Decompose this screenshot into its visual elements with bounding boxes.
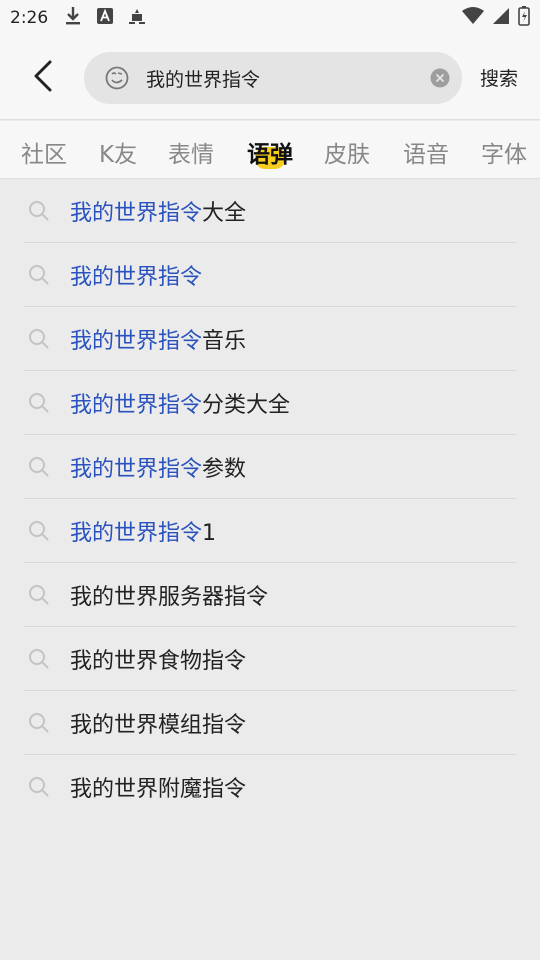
suggestion-text: 我的世界服务器指令: [70, 584, 269, 610]
suggestion-text: 我的世界指令分类大全: [70, 392, 291, 418]
tab-phrases[interactable]: 语弹: [247, 135, 293, 169]
tab-community[interactable]: 社区: [21, 135, 67, 169]
search-icon: [28, 200, 50, 222]
search-icon: [28, 456, 50, 478]
suggestion-item[interactable]: 我的世界指令分类大全: [24, 371, 516, 435]
suggestion-item[interactable]: 我的世界附魔指令: [24, 755, 516, 819]
status-bar: 2:26: [0, 0, 540, 36]
top-bar: 我的世界指令 搜索: [0, 36, 540, 120]
search-icon: [28, 712, 50, 734]
suggestion-text: 我的世界指令: [70, 264, 203, 290]
search-query[interactable]: 我的世界指令: [146, 65, 430, 92]
suggestion-item[interactable]: 我的世界指令音乐: [24, 307, 516, 371]
suggestion-item[interactable]: 我的世界指令大全: [24, 179, 516, 243]
tab-voice[interactable]: 语音: [403, 135, 449, 169]
category-tabs: 社区 K友 表情 语弹 皮肤 语音 字体: [0, 121, 540, 179]
suggestion-text: 我的世界指令参数: [70, 456, 247, 482]
tab-skins[interactable]: 皮肤: [324, 135, 370, 169]
tab-fonts[interactable]: 字体: [481, 135, 527, 169]
suggestion-text: 我的世界指令大全: [70, 200, 247, 226]
suggestion-item[interactable]: 我的世界食物指令: [24, 627, 516, 691]
search-icon: [28, 328, 50, 350]
wifi-icon: [462, 7, 484, 29]
search-button[interactable]: 搜索: [480, 64, 518, 91]
search-input[interactable]: 我的世界指令: [84, 52, 462, 104]
android-debug-icon: [128, 7, 146, 29]
text-a-icon: [96, 7, 114, 29]
suggestion-item[interactable]: 我的世界服务器指令: [24, 563, 516, 627]
search-icon: [28, 776, 50, 798]
clear-icon[interactable]: [430, 68, 450, 88]
tab-stickers[interactable]: 表情: [168, 135, 214, 169]
search-icon: [28, 264, 50, 286]
search-icon: [28, 392, 50, 414]
suggestion-text: 我的世界模组指令: [70, 712, 247, 738]
suggestion-text: 我的世界附魔指令: [70, 777, 247, 802]
search-icon: [28, 584, 50, 606]
suggestion-item[interactable]: 我的世界指令: [24, 243, 516, 307]
suggestion-text: 我的世界指令1: [70, 520, 217, 546]
search-icon: [28, 520, 50, 542]
tab-friends[interactable]: K友: [99, 135, 137, 169]
back-button[interactable]: [26, 58, 60, 98]
download-icon: [64, 6, 82, 30]
emoji-face-icon[interactable]: [104, 65, 130, 91]
suggestion-item[interactable]: 我的世界指令1: [24, 499, 516, 563]
back-arrow-icon: [33, 60, 53, 96]
suggestion-text: 我的世界指令音乐: [70, 328, 247, 354]
battery-icon: [518, 6, 530, 30]
suggestion-list: 我的世界指令大全 我的世界指令 我的世界指令音乐 我的世界指令分类大全 我的世界…: [24, 179, 516, 819]
status-time: 2:26: [10, 8, 49, 28]
suggestion-text: 我的世界食物指令: [70, 648, 247, 674]
suggestion-item[interactable]: 我的世界指令参数: [24, 435, 516, 499]
signal-icon: [492, 7, 510, 29]
suggestion-item[interactable]: 我的世界模组指令: [24, 691, 516, 755]
search-icon: [28, 648, 50, 670]
